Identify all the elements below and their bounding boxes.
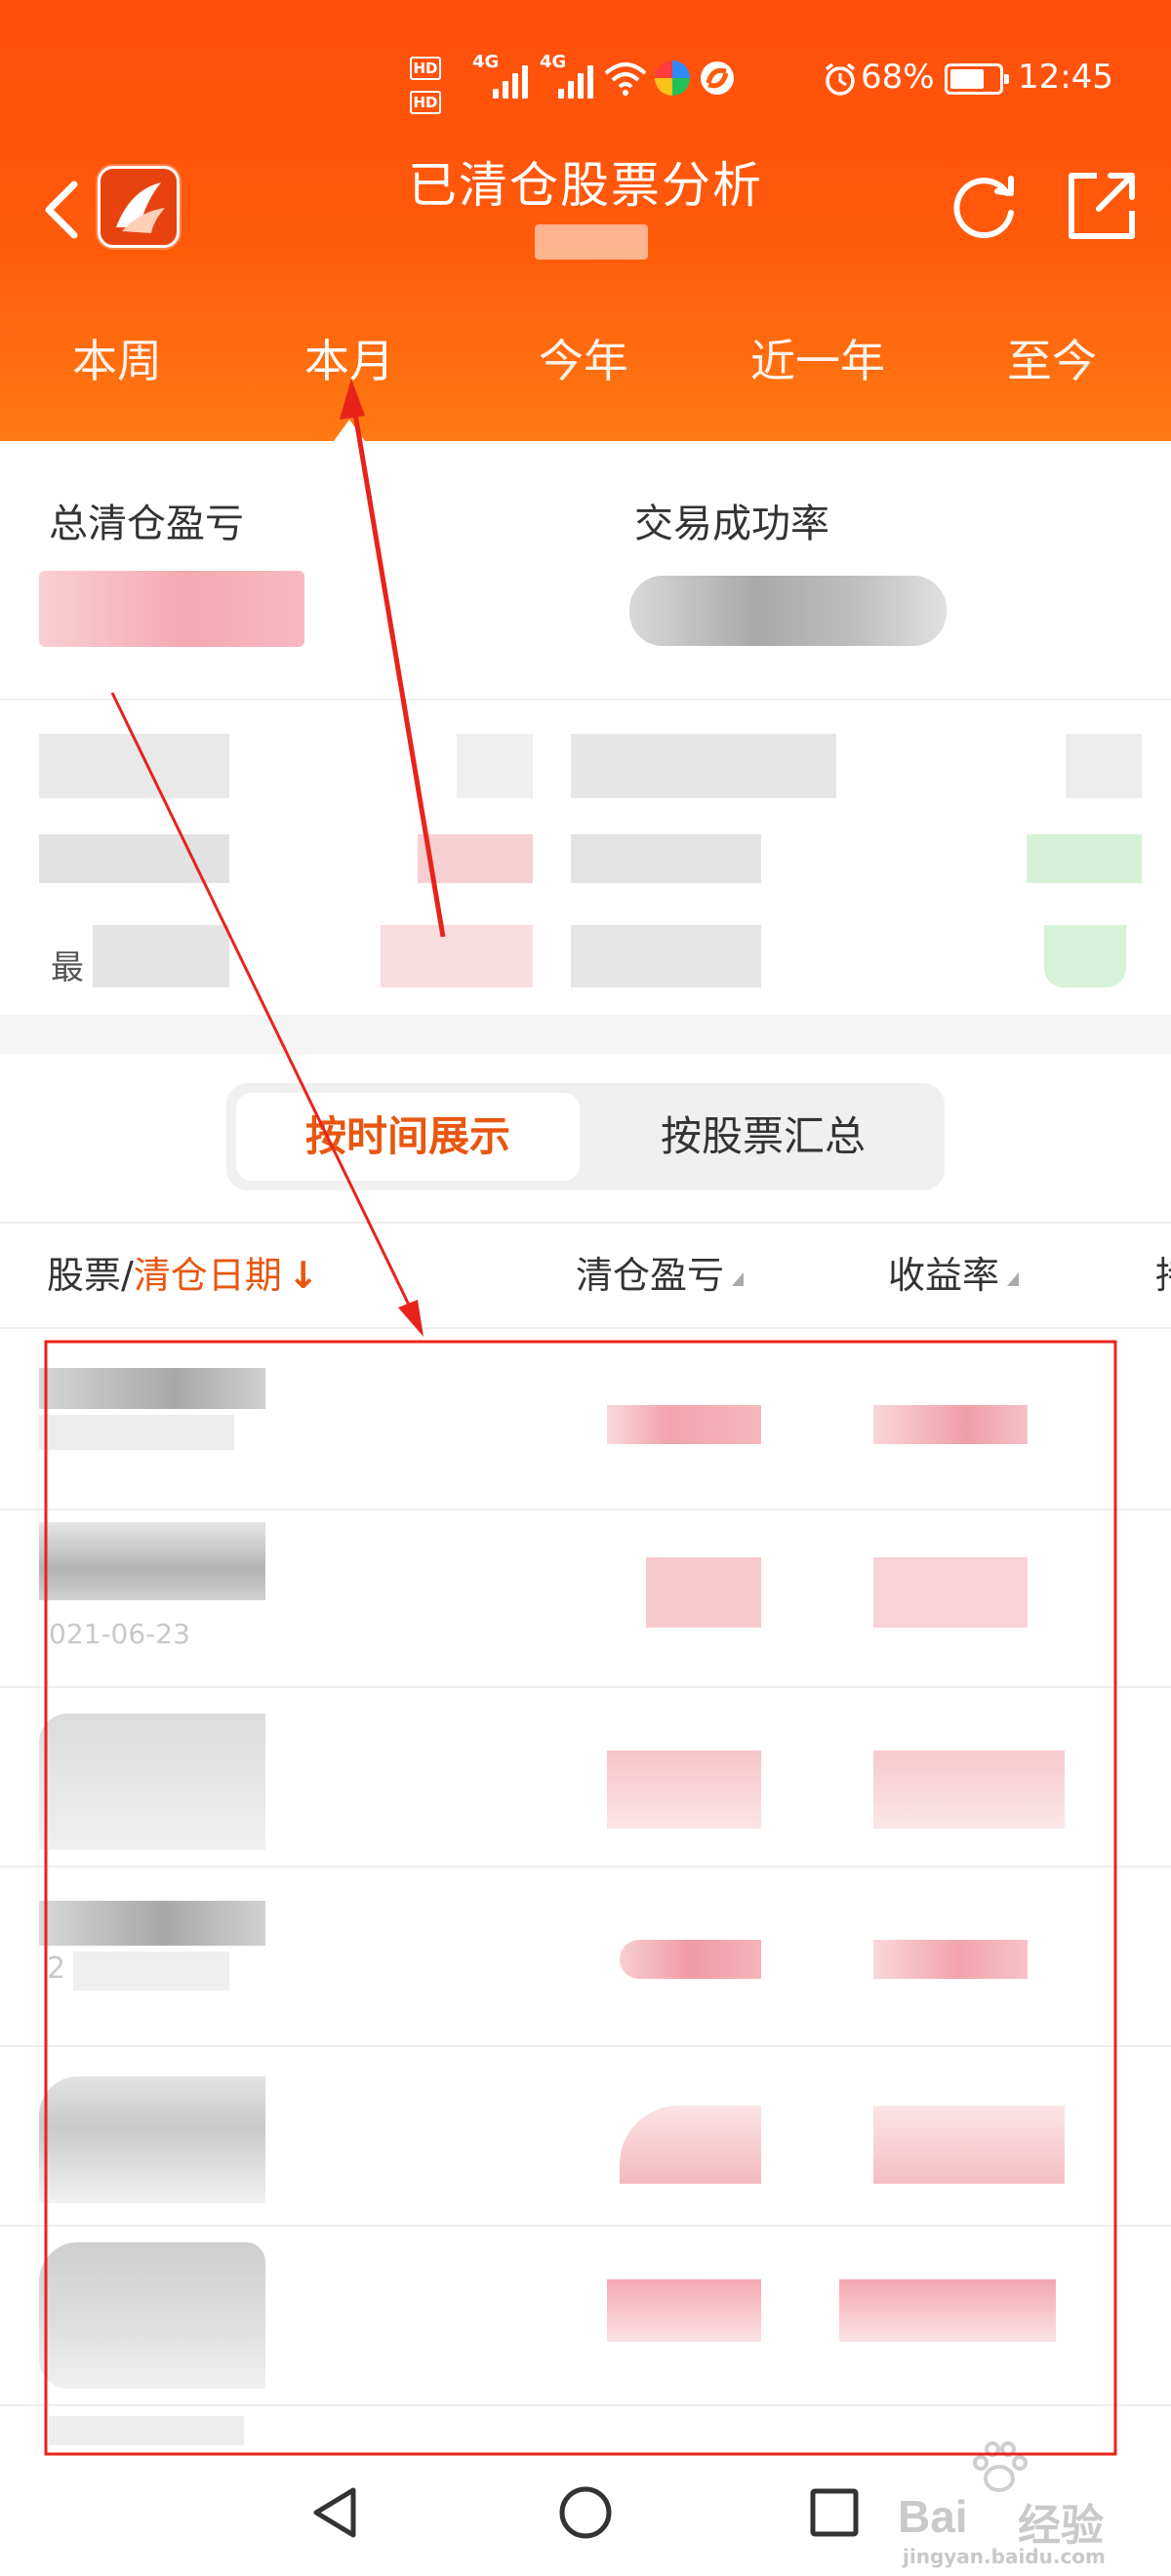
return-blurred — [839, 2279, 1056, 2342]
stat-grid-blurred-11 — [571, 925, 761, 987]
tab-this-week[interactable]: 本周 — [20, 322, 215, 400]
baidu-watermark: Bai 经验 jingyan.baidu.com — [883, 2439, 1156, 2576]
stat-grid-blurred-2 — [457, 734, 533, 798]
stock-date-blurred — [39, 1415, 234, 1450]
toggle-by-stock[interactable]: 按股票汇总 — [591, 1093, 935, 1181]
stock-date: 021-06-23 — [49, 1618, 190, 1650]
clock-time: 12:45 — [1018, 58, 1113, 97]
alarm-icon — [825, 62, 856, 96]
pnl-blurred — [607, 1751, 761, 1829]
pnl-blurred — [607, 1405, 761, 1444]
list-item[interactable] — [0, 1331, 1171, 1510]
success-rate-label: 交易成功率 — [634, 502, 829, 546]
stock-date-blurred — [73, 1952, 229, 1991]
back-arrow-icon[interactable] — [39, 181, 84, 239]
sort-triangle-icon — [732, 1272, 745, 1286]
list-header: 股票/清仓日期↓ 清仓盈亏 收益率 持 — [0, 1222, 1171, 1329]
battery-icon — [945, 63, 1009, 95]
colorful-app-icon — [655, 60, 690, 96]
nav-recents-icon[interactable] — [790, 2469, 878, 2556]
list-item[interactable] — [0, 2227, 1171, 2406]
stat-row-label: 最 — [51, 948, 84, 987]
tab-last-year[interactable]: 近一年 — [720, 322, 915, 400]
nav-back-icon[interactable] — [293, 2469, 381, 2556]
stat-grid-blurred-9 — [93, 925, 229, 987]
status-bar: HD HD 4G 4G 68% 12:45 — [0, 52, 1171, 122]
list-item[interactable] — [0, 1688, 1171, 1868]
sort-desc-arrow-icon: ↓ — [287, 1254, 319, 1297]
stock-name-blurred — [39, 2242, 265, 2389]
return-blurred — [873, 1751, 1065, 1829]
tab-to-date[interactable]: 至今 — [954, 322, 1150, 400]
stat-grid-blurred-8 — [1027, 834, 1142, 883]
page-title: 已清仓股票分析 — [408, 157, 763, 214]
list-item[interactable]: 2 — [0, 1868, 1171, 2047]
signal-icon-2 — [558, 60, 593, 99]
refresh-icon[interactable] — [947, 166, 1025, 244]
blurred-subtitle — [535, 224, 648, 260]
stock-name-blurred — [49, 2416, 244, 2445]
paw-logo-icon — [973, 2441, 1028, 2492]
toggle-by-time[interactable]: 按时间展示 — [236, 1093, 580, 1181]
return-blurred — [873, 1557, 1028, 1628]
return-column-header[interactable]: 收益率 — [888, 1224, 1020, 1327]
app-logo[interactable] — [98, 166, 180, 248]
success-rate-value-blurred — [629, 576, 947, 646]
stat-grid-blurred-10 — [381, 925, 533, 987]
return-blurred — [873, 1940, 1028, 1979]
sort-field-label[interactable]: 清仓日期 — [134, 1254, 282, 1297]
nav-home-icon[interactable] — [542, 2469, 629, 2556]
watermark-brand-cn: 经验 — [1018, 2501, 1104, 2551]
stock-column-label: 股票/ — [47, 1254, 134, 1297]
hd1-badge: HD — [410, 57, 441, 80]
view-toggle: 按时间展示 按股票汇总 — [226, 1083, 945, 1190]
tab-this-year[interactable]: 今年 — [486, 322, 681, 400]
summary-divider — [0, 699, 1171, 701]
stock-name-blurred — [39, 1901, 265, 1946]
total-pnl-value-blurred — [39, 571, 304, 647]
pnl-blurred — [607, 2279, 761, 2342]
share-icon[interactable] — [1064, 168, 1140, 244]
hd2-badge: HD — [410, 91, 441, 114]
pnl-blurred — [620, 1940, 761, 1979]
return-column-label: 收益率 — [888, 1254, 1000, 1297]
app-header: HD HD 4G 4G 68% 12:45 已清仓股票分析 本周 本月 今年 近… — [0, 0, 1171, 441]
period-tabs: 本周 本月 今年 近一年 至今 — [0, 322, 1171, 400]
sync-app-icon — [701, 61, 734, 95]
stock-date: 2 — [47, 1952, 66, 1986]
wifi-icon — [604, 62, 647, 96]
stat-grid-blurred-1 — [39, 734, 229, 798]
section-separator — [0, 1015, 1171, 1054]
stock-name-blurred — [39, 1713, 265, 1850]
watermark-brand: Bai — [898, 2491, 968, 2542]
stat-grid-blurred-12 — [1044, 925, 1126, 987]
tab-this-month[interactable]: 本月 — [252, 322, 447, 400]
stock-date-column-header[interactable]: 股票/清仓日期 ↓ — [47, 1224, 319, 1327]
sort-triangle-icon — [1007, 1272, 1020, 1286]
stat-grid-blurred-5 — [39, 834, 229, 883]
stat-grid-blurred-4 — [1066, 734, 1142, 798]
extra-column-header[interactable]: 持 — [1155, 1224, 1171, 1327]
stock-name-blurred — [39, 1522, 265, 1600]
return-blurred — [873, 1405, 1028, 1444]
watermark-url: jingyan.baidu.com — [903, 2545, 1106, 2568]
stock-name-blurred — [39, 1368, 265, 1409]
stat-grid-blurred-7 — [571, 834, 761, 883]
pnl-column-header[interactable]: 清仓盈亏 — [576, 1224, 745, 1327]
list-item[interactable]: 021-06-23 — [0, 1510, 1171, 1688]
stock-name-blurred — [39, 2076, 265, 2203]
total-pnl-label: 总清仓盈亏 — [49, 502, 244, 546]
stat-grid-blurred-3 — [571, 734, 836, 798]
return-blurred — [873, 2106, 1065, 2184]
title-bar: 已清仓股票分析 — [0, 146, 1171, 273]
pnl-blurred — [646, 1557, 761, 1628]
battery-percent: 68% — [861, 58, 935, 97]
list-item[interactable] — [0, 2047, 1171, 2227]
signal-icon-1 — [493, 60, 528, 99]
pnl-column-label: 清仓盈亏 — [576, 1254, 725, 1297]
stat-grid-blurred-6 — [418, 834, 533, 883]
app-logo-icon — [116, 182, 165, 233]
pnl-blurred — [620, 2106, 761, 2184]
active-tab-indicator — [334, 420, 365, 441]
